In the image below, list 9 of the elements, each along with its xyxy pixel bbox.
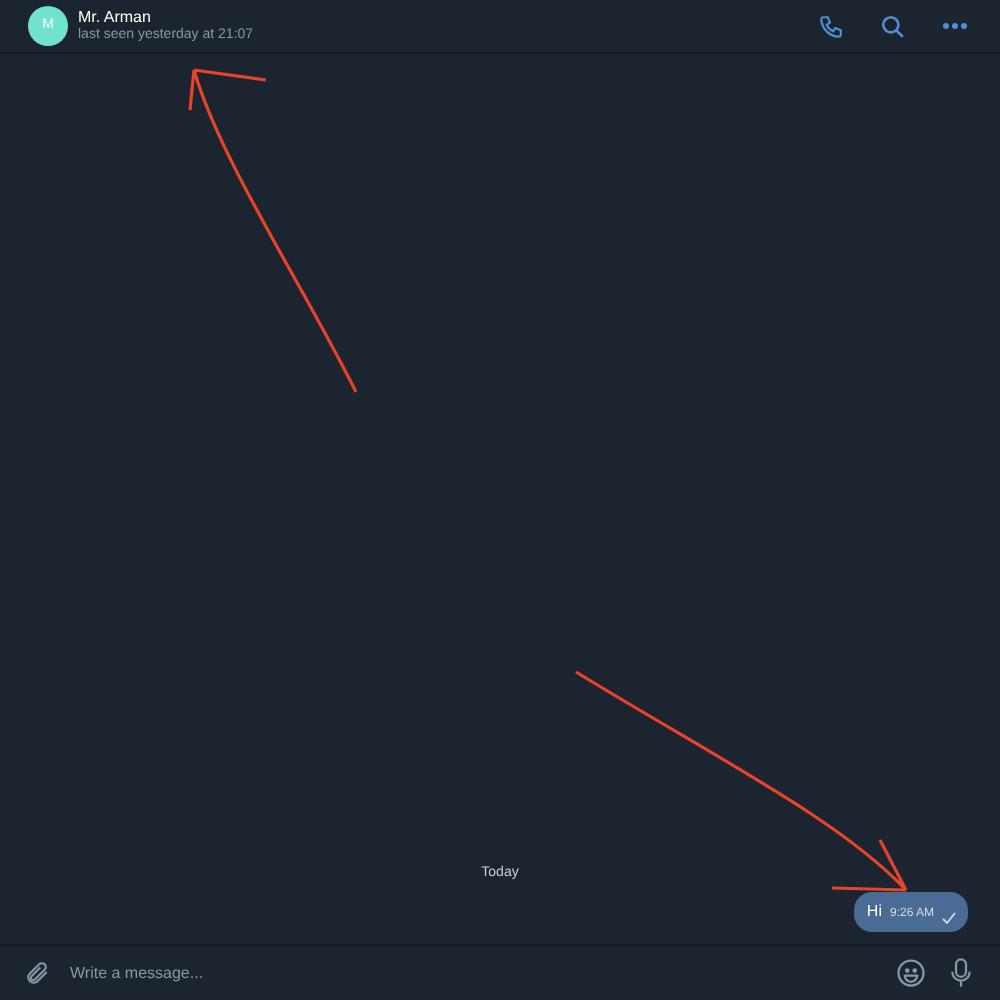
phone-icon[interactable]: [818, 13, 844, 39]
message-input[interactable]: Write a message...: [70, 961, 896, 985]
search-icon[interactable]: [880, 13, 906, 39]
microphone-icon[interactable]: [950, 958, 972, 988]
message-text: Hi: [866, 900, 882, 924]
contact-name: Mr. Arman: [78, 7, 153, 27]
paperclip-icon[interactable]: [24, 958, 50, 988]
emoji-icon[interactable]: [896, 958, 926, 988]
more-icon[interactable]: [942, 22, 968, 30]
